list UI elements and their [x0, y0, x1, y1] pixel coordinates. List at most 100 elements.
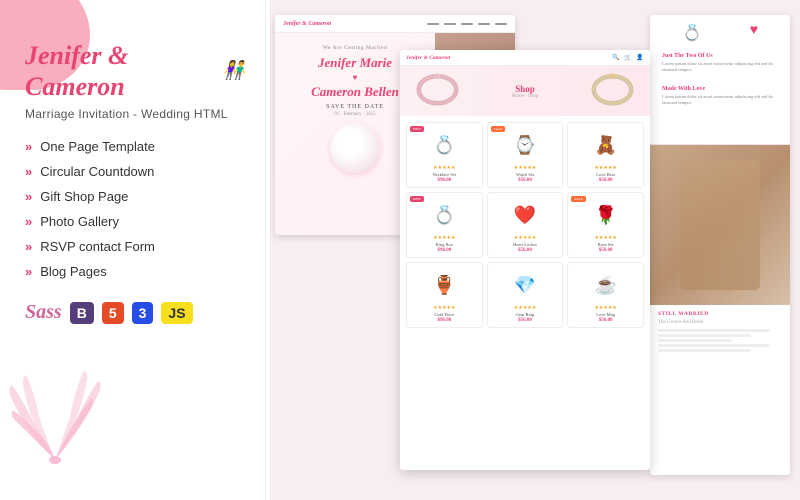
chevron-icon: » [25, 214, 32, 229]
product-price-1: $96.00 [411, 178, 478, 183]
brand-logo: Jenifer & Cameron 👫 [25, 40, 245, 102]
right-panel: Jenifer & Cameron We Are Getting Married… [265, 0, 800, 500]
product-image-9: ☕ [572, 267, 639, 303]
palm-leaf-decoration [0, 330, 115, 480]
sc1-nav-link [478, 23, 490, 25]
html5-badge: 5 [102, 302, 124, 324]
feature-item-1: » One Page Template [25, 139, 245, 154]
rose-decoration [330, 123, 380, 173]
product-price-7: $96.00 [411, 318, 478, 323]
sass-badge: Sass [25, 301, 62, 324]
user-icon: 👤 [636, 54, 644, 62]
chevron-icon: » [25, 189, 32, 204]
brand-name: Jenifer & Cameron [25, 40, 217, 102]
heart-icon: ♥ [750, 23, 758, 43]
sc3-section-body: Lorem ipsum dolor sit amet consectetur a… [662, 61, 778, 74]
product-price-9: $56.00 [572, 318, 639, 323]
sc3-photo-inner [650, 145, 790, 305]
panel-divider [265, 0, 266, 500]
sc3-top-section: 💍 ♥ Just The Two Of Us Lorem ipsum dolor… [650, 15, 790, 145]
badge-new: NEW [410, 126, 424, 132]
badge-sale: SALE [491, 126, 506, 132]
product-name-5: Heart Locket [492, 242, 559, 247]
tech-badges: Sass B 5 3 JS [25, 301, 245, 324]
feature-item-6: » Blog Pages [25, 264, 245, 279]
feature-label: One Page Template [40, 139, 155, 154]
product-stars: ★★★★★ [411, 305, 478, 311]
couple-icon: 👫 [223, 60, 245, 82]
product-price-4: $96.00 [411, 248, 478, 253]
ring-icon: 💍 [682, 23, 702, 43]
product-stars: ★★★★★ [492, 305, 559, 311]
feature-label: Circular Countdown [40, 164, 154, 179]
features-list: » One Page Template » Circular Countdown… [25, 139, 245, 279]
product-price-8: $56.00 [492, 318, 559, 323]
product-name-4: Ring Box [411, 242, 478, 247]
product-item-4: NEW 💍 ★★★★★ Ring Box $96.00 [406, 192, 483, 258]
product-item-1: NEW 💍 ★★★★★ Necklace Set $96.00 [406, 122, 483, 188]
product-image-1: 💍 [411, 127, 478, 163]
chevron-icon: » [25, 139, 32, 154]
text-line [658, 349, 751, 352]
product-image-5: ❤️ [492, 197, 559, 233]
product-image-6: 🌹 [572, 197, 639, 233]
product-image-8: 💎 [492, 267, 559, 303]
sc2-navbar: Jenifer & Cameron 🔍 🛒 👤 [400, 50, 650, 66]
product-name-6: Rose Set [572, 242, 639, 247]
sc2-hero-text: Shop Home · Shop [512, 84, 539, 99]
badge-sale: SALE [571, 196, 586, 202]
sc3-text-block: Just The Two Of Us Lorem ipsum dolor sit… [658, 49, 782, 78]
sc2-brand: Jenifer & Cameron [406, 55, 450, 61]
product-image-3: 🧸 [572, 127, 639, 163]
product-item-6: SALE 🌹 ★★★★★ Rose Set $56.00 [567, 192, 644, 258]
product-stars: ★★★★★ [411, 235, 478, 241]
product-name-2: Watch Set [492, 172, 559, 177]
product-price-6: $56.00 [572, 248, 639, 253]
sc1-nav-link [444, 23, 456, 25]
logo-area: Jenifer & Cameron 👫 Marriage Invitation … [25, 40, 245, 121]
product-name-8: Gem Ring [492, 312, 559, 317]
feature-label: Gift Shop Page [40, 189, 128, 204]
feature-item-2: » Circular Countdown [25, 164, 245, 179]
product-price-2: $56.00 [492, 178, 559, 183]
screenshot-couple-details: 💍 ♥ Just The Two Of Us Lorem ipsum dolor… [650, 15, 790, 475]
search-icon: 🔍 [612, 54, 620, 62]
sc2-hero: Shop Home · Shop [400, 66, 650, 116]
sc3-ring-icons: 💍 ♥ [658, 23, 782, 43]
sc3-bottom-title: STILL MARRIED [658, 311, 782, 317]
product-name-7: Gold Piece [411, 312, 478, 317]
cart-icon: 🛒 [624, 54, 632, 62]
product-price-5: $56.00 [492, 248, 559, 253]
sc3-section-title-2: Made With Love [662, 86, 778, 92]
product-item-8: 💎 ★★★★★ Gem Ring $56.00 [487, 262, 564, 328]
sc3-section-body-2: Lorem ipsum dolor sit amet consectetur a… [662, 94, 778, 107]
product-stars: ★★★★★ [572, 165, 639, 171]
product-image-4: 💍 [411, 197, 478, 233]
sc3-bottom-section: STILL MARRIED The Groom And Bride [650, 305, 790, 358]
product-stars: ★★★★★ [492, 235, 559, 241]
couple-figure [680, 160, 760, 290]
feature-item-4: » Photo Gallery [25, 214, 245, 229]
sc3-groom-bride: The Groom And Bride [658, 320, 782, 325]
sc1-nav-link [427, 23, 439, 25]
product-stars: ★★★★★ [492, 165, 559, 171]
text-line [658, 339, 732, 342]
sc1-nav-links [427, 23, 507, 25]
product-stars: ★★★★★ [572, 235, 639, 241]
product-price-3: $56.00 [572, 178, 639, 183]
feature-label: RSVP contact Form [40, 239, 155, 254]
screenshot-shop: Jenifer & Cameron 🔍 🛒 👤 [400, 50, 650, 470]
text-line [658, 334, 751, 337]
product-name-1: Necklace Set [411, 172, 478, 177]
chevron-icon: » [25, 239, 32, 254]
bootstrap-badge: B [70, 302, 94, 324]
brand-tagline: Marriage Invitation - Wedding HTML [25, 107, 245, 121]
sc3-text-lines [658, 329, 782, 352]
feature-item-5: » RSVP contact Form [25, 239, 245, 254]
left-panel: Jenifer & Cameron 👫 Marriage Invitation … [0, 0, 270, 500]
sc2-nav-icons: 🔍 🛒 👤 [612, 54, 644, 62]
text-line [658, 329, 770, 332]
products-grid: NEW 💍 ★★★★★ Necklace Set $96.00 SALE ⌚ ★… [400, 116, 650, 334]
ring-left-decoration [415, 71, 460, 111]
text-line [658, 344, 770, 347]
